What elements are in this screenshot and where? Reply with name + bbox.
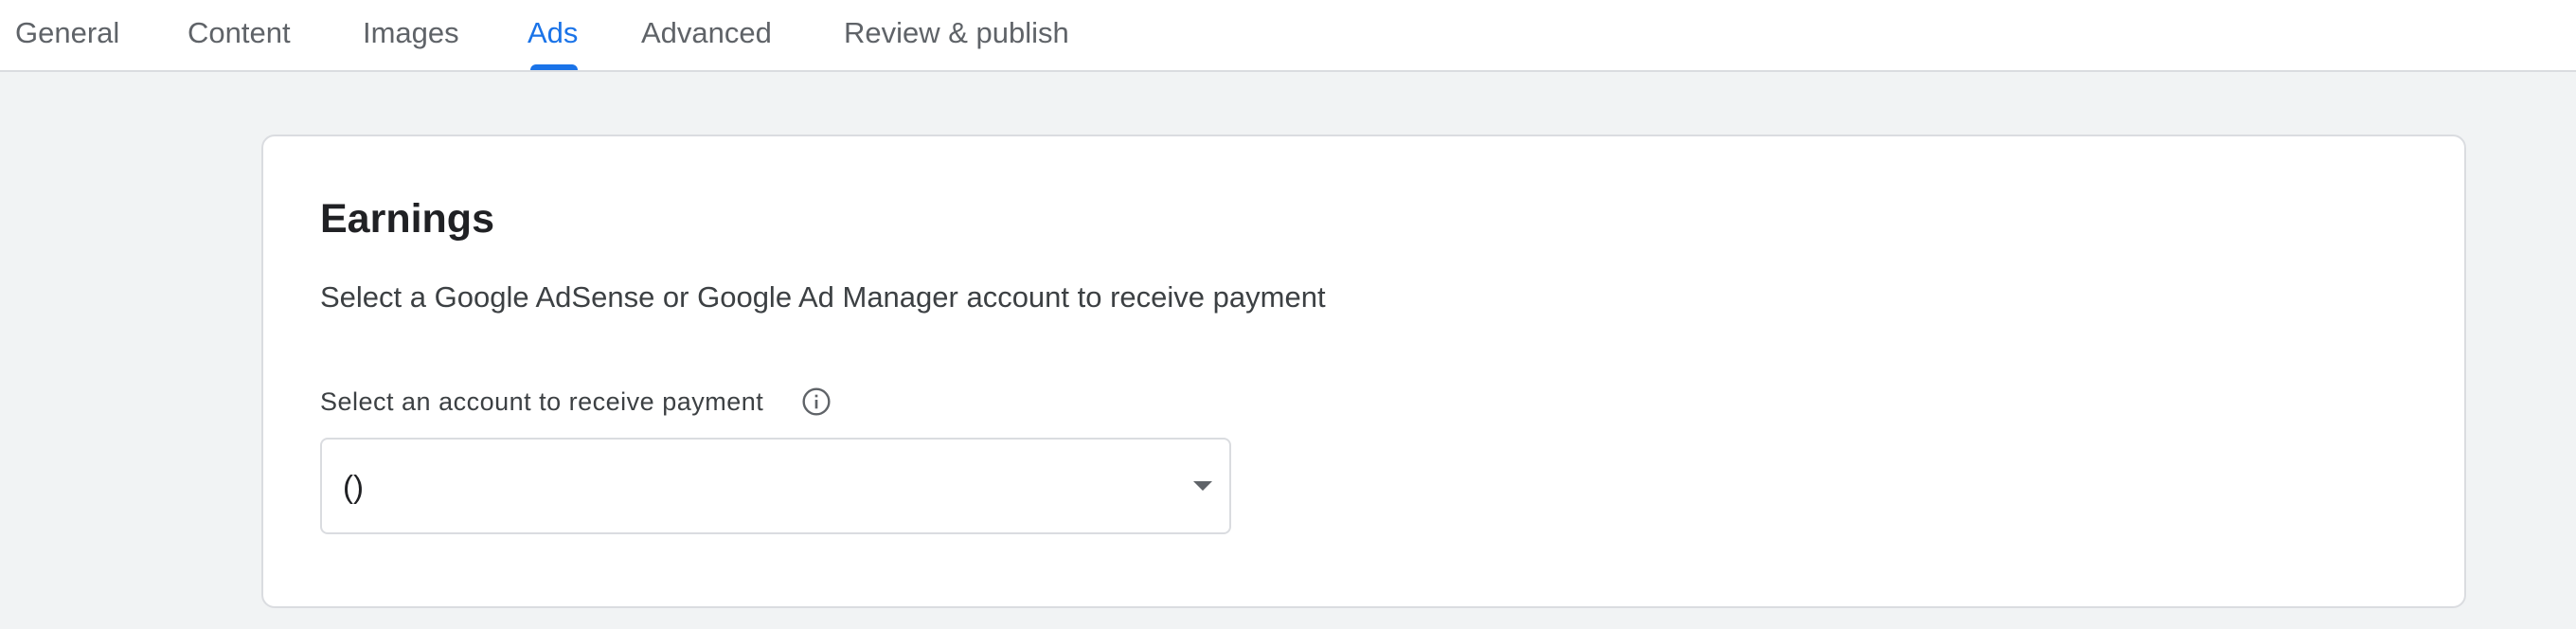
tab-advanced[interactable]: Advanced — [641, 13, 772, 53]
account-select[interactable]: () — [320, 438, 1231, 534]
account-field-label: Select an account to receive payment — [320, 387, 764, 416]
account-select-value: () — [343, 469, 364, 504]
active-tab-indicator — [530, 64, 578, 70]
tab-content[interactable]: Content — [188, 13, 291, 53]
info-icon[interactable] — [801, 386, 832, 417]
earnings-title: Earnings — [320, 196, 494, 242]
arrow-drop-down-icon — [1193, 481, 1212, 491]
tab-ads[interactable]: Ads — [528, 13, 578, 53]
earnings-description: Select a Google AdSense or Google Ad Man… — [320, 280, 1326, 314]
earnings-card: Earnings Select a Google AdSense or Goog… — [261, 135, 2466, 608]
tab-review-publish[interactable]: Review & publish — [844, 13, 1069, 53]
tab-general[interactable]: General — [15, 13, 119, 53]
tab-images[interactable]: Images — [363, 13, 459, 53]
tab-bar: General Content Images Ads Advanced Revi… — [0, 0, 2576, 72]
